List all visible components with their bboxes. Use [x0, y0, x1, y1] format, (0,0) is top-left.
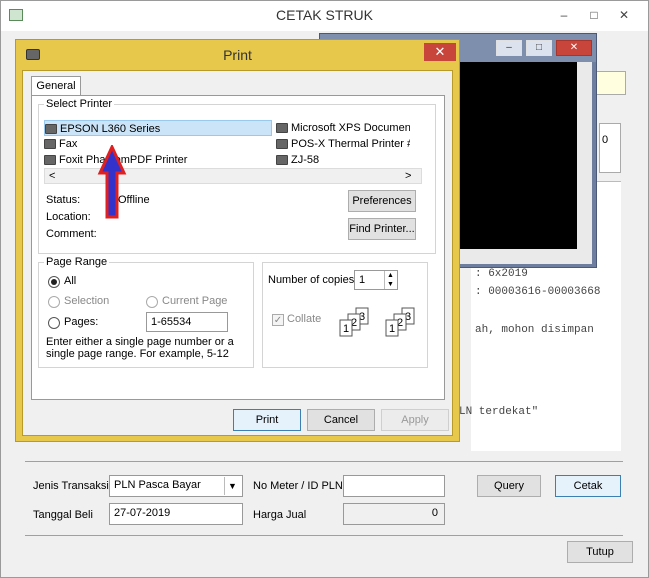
- printer-item-epson[interactable]: EPSON L360 Series: [44, 120, 272, 136]
- form-separator: [25, 461, 623, 462]
- preferences-button[interactable]: Preferences: [348, 190, 416, 212]
- radio-current-page[interactable]: [146, 296, 158, 308]
- tanggal-beli-input[interactable]: 27-07-2019: [109, 503, 243, 525]
- radio-all[interactable]: [48, 276, 60, 288]
- location-label: Location:: [46, 211, 91, 223]
- no-meter-input[interactable]: [343, 475, 445, 497]
- preview-maximize-button[interactable]: □: [526, 40, 552, 56]
- page-range-hint: Enter either a single page number or a s…: [46, 336, 234, 360]
- page-range-label: Page Range: [44, 256, 110, 268]
- printer-item-xps[interactable]: Microsoft XPS Document Writer: [276, 120, 410, 136]
- jenis-transaksi-select[interactable]: PLN Pasca Bayar ▼: [109, 475, 243, 497]
- apply-button[interactable]: Apply: [381, 409, 449, 431]
- collate-pages-icon: 3 2 1 3 2 1: [339, 307, 415, 337]
- main-window: CETAK STRUK – □ ✕ 0 : 6x2019 : 00003616-…: [0, 0, 649, 578]
- svg-text:1: 1: [389, 323, 395, 335]
- annotation-arrow-icon: [97, 145, 127, 219]
- cancel-button[interactable]: Cancel: [307, 409, 375, 431]
- printer-name: EPSON L360 Series: [60, 123, 161, 135]
- right-side-field[interactable]: 0: [599, 123, 621, 173]
- main-titlebar[interactable]: CETAK STRUK – □ ✕: [1, 1, 648, 31]
- yellow-input-field[interactable]: [596, 71, 626, 95]
- printer-icon: [44, 155, 56, 166]
- footer-separator: [25, 535, 623, 536]
- jenis-transaksi-value: PLN Pasca Bayar: [114, 479, 201, 491]
- printer-icon: [45, 124, 57, 135]
- selection-label: Selection: [64, 295, 110, 307]
- radio-selection[interactable]: [48, 296, 60, 308]
- printer-name: ZJ-58: [291, 154, 320, 166]
- printer-item-zj58[interactable]: ZJ-58: [276, 152, 319, 168]
- printer-name: POS-X Thermal Printer #: [291, 138, 410, 150]
- scroll-left-button[interactable]: <: [49, 169, 55, 183]
- chevron-down-icon[interactable]: ▼: [224, 477, 240, 495]
- printer-icon: [276, 155, 288, 166]
- all-label: All: [64, 275, 77, 287]
- pages-input[interactable]: 1-65534: [146, 312, 228, 332]
- print-title: Print: [223, 47, 252, 63]
- preview-vertical-scrollbar[interactable]: [577, 62, 592, 264]
- printer-icon: [276, 123, 288, 134]
- copies-label: Number of copies:: [268, 274, 358, 286]
- receipt-line-notice: ah, mohon disimpan: [475, 324, 594, 336]
- copies-spinner[interactable]: ▲ ▼: [384, 271, 396, 289]
- query-button[interactable]: Query: [477, 475, 541, 497]
- printer-item-posx[interactable]: POS-X Thermal Printer #: [276, 136, 410, 152]
- radio-pages[interactable]: [48, 317, 60, 329]
- print-titlebar[interactable]: Print ✕: [16, 40, 459, 70]
- pages-label: Pages:: [64, 316, 99, 328]
- tanggal-beli-label: Tanggal Beli: [33, 509, 93, 521]
- harga-jual-input[interactable]: 0: [343, 503, 445, 525]
- tab-panel-general: Select Printer EPSON L360 Series Fax Fox…: [31, 95, 445, 400]
- receipt-line-range: : 00003616-00003668: [475, 286, 601, 298]
- preview-minimize-button[interactable]: –: [496, 40, 522, 56]
- receipt-line-date: : 6x2019: [475, 268, 528, 280]
- current-page-label: Current Page: [162, 295, 228, 307]
- print-body: General Select Printer EPSON L360 Series…: [22, 70, 453, 436]
- printer-name: Microsoft XPS Document Writer: [291, 122, 410, 134]
- receipt-line-footer: LN terdekat": [459, 406, 539, 418]
- print-button[interactable]: Print: [233, 409, 301, 431]
- status-label: Status:: [46, 194, 81, 206]
- close-button[interactable]: ✕: [609, 5, 639, 25]
- preview-close-button[interactable]: ✕: [556, 40, 592, 56]
- no-meter-label: No Meter / ID PLN: [253, 480, 343, 492]
- tutup-button[interactable]: Tutup: [567, 541, 633, 563]
- find-printer-button[interactable]: Find Printer...: [348, 218, 416, 240]
- comment-label: Comment:: [46, 228, 97, 240]
- harga-jual-label: Harga Jual: [253, 509, 307, 521]
- printer-item-fax[interactable]: Fax: [44, 136, 77, 152]
- svg-text:1: 1: [343, 323, 349, 335]
- print-close-button[interactable]: ✕: [424, 43, 456, 61]
- select-printer-label: Select Printer: [44, 98, 115, 110]
- jenis-transaksi-label: Jenis Transaksi: [33, 480, 109, 492]
- collate-label: Collate: [287, 313, 322, 325]
- scroll-right-button[interactable]: >: [405, 169, 411, 183]
- print-dialog: Print ✕ General Select Printer EPSON L36…: [15, 39, 460, 442]
- maximize-button[interactable]: □: [579, 5, 609, 25]
- cetak-button[interactable]: Cetak: [555, 475, 621, 497]
- minimize-button[interactable]: –: [549, 5, 579, 25]
- printer-name: Fax: [59, 138, 78, 150]
- printer-icon: [276, 139, 288, 150]
- fax-icon: [44, 139, 56, 150]
- collate-checkbox[interactable]: ✓: [272, 314, 284, 326]
- tab-general[interactable]: General: [31, 76, 81, 96]
